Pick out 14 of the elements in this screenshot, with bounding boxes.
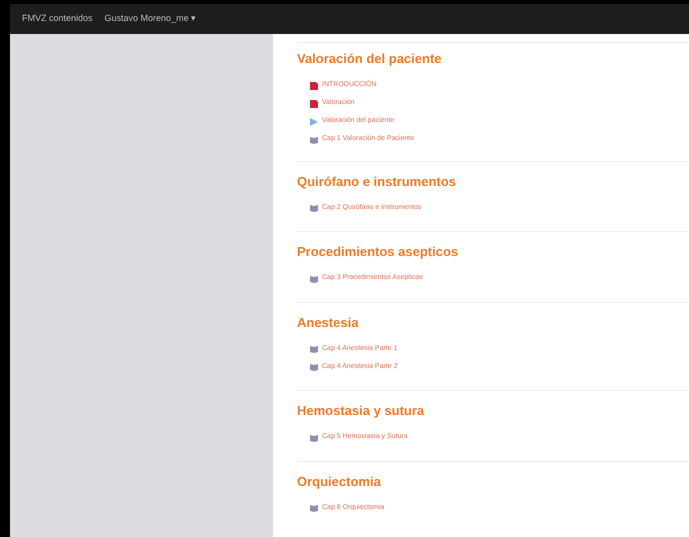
site-brand-link[interactable]: FMVZ contenidos (22, 12, 93, 26)
section-heading: Orquiectomia (297, 472, 382, 491)
section-heading: Procedimientos asepticos (297, 243, 460, 261)
book-icon (309, 203, 319, 213)
section-heading: Quirófano e instrumentos (297, 172, 457, 190)
book-icon (309, 432, 319, 442)
user-menu-link[interactable]: Gustavo Moreno_me ▾ (104, 12, 196, 26)
video-icon (309, 116, 319, 126)
section-heading: Anestesia (297, 314, 360, 332)
book-icon (309, 134, 319, 144)
book-icon (309, 503, 319, 513)
section-heading: Valoración del paciente (297, 50, 442, 68)
section-heading: Hemostasia y sutura (297, 402, 426, 420)
book-icon (309, 274, 319, 284)
